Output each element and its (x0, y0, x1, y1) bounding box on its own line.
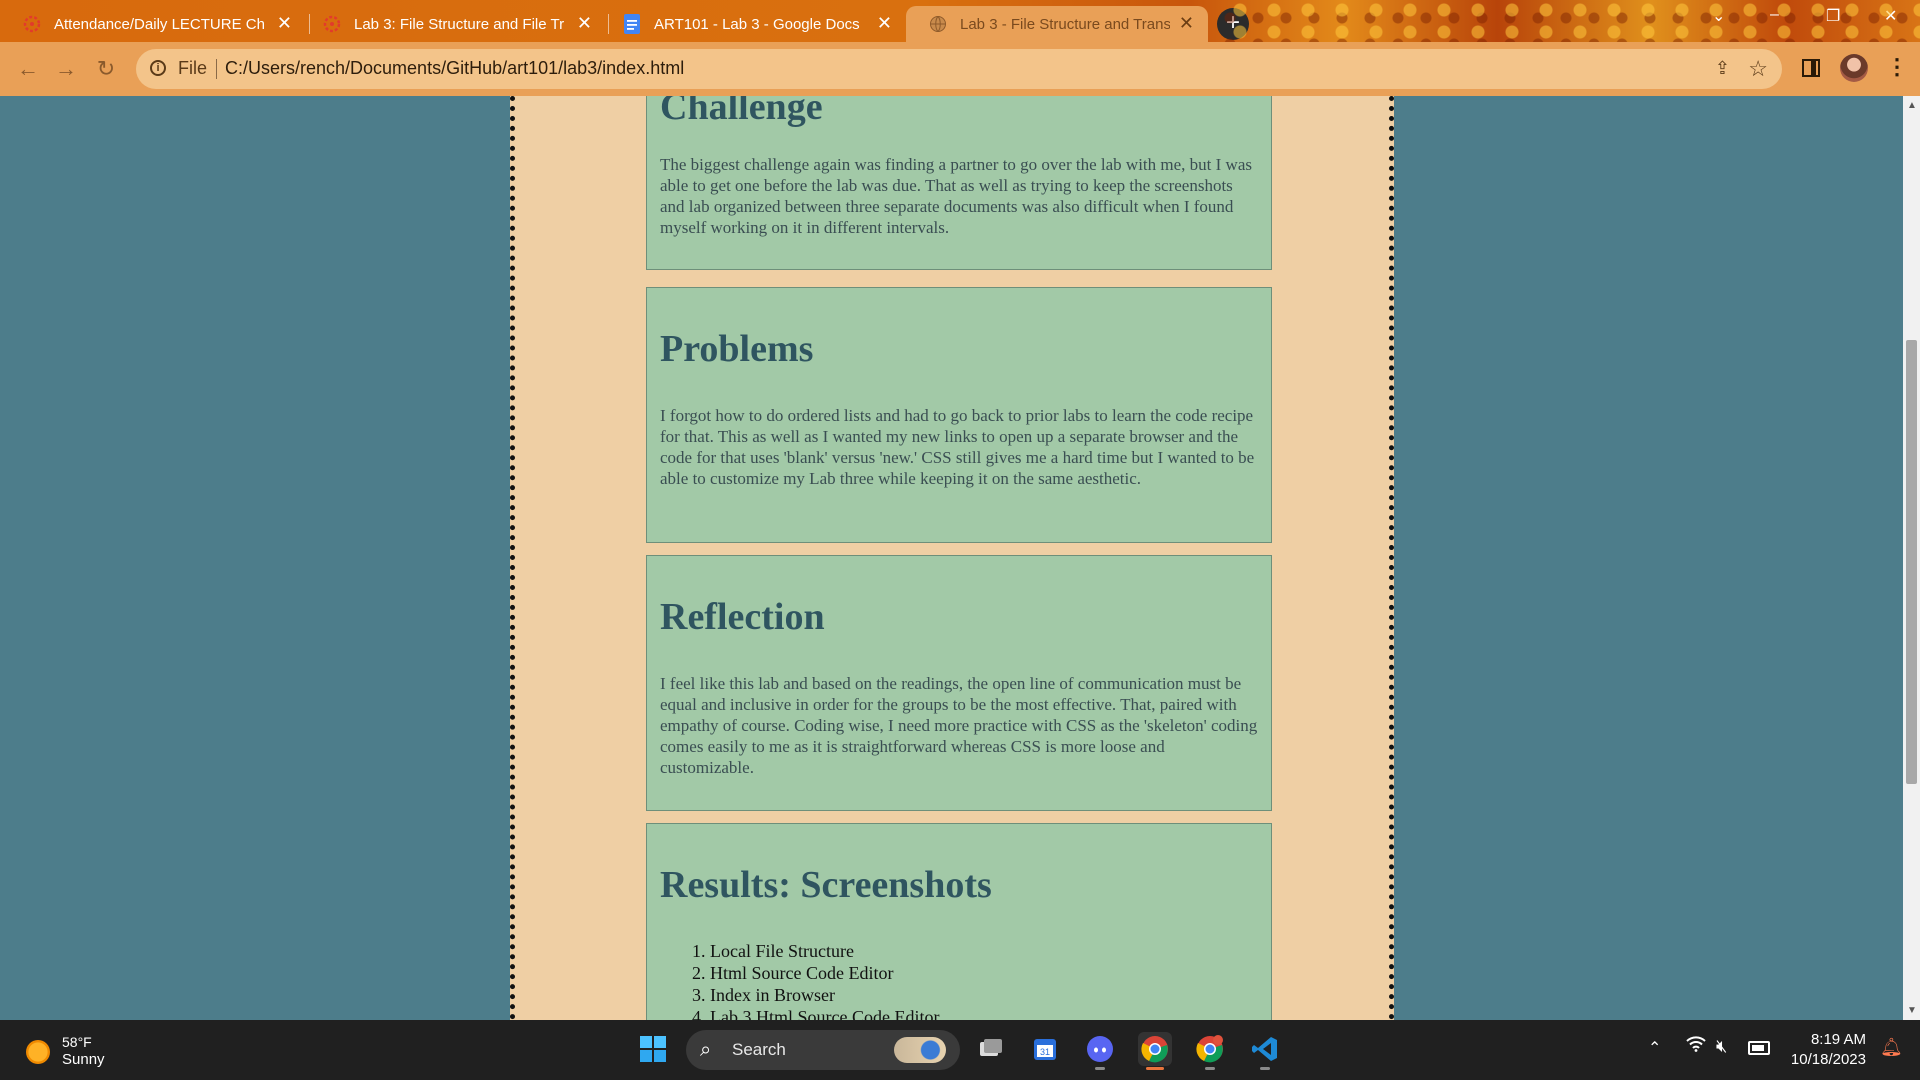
scrollbar-thumb[interactable] (1906, 340, 1917, 784)
calendar-icon[interactable]: 31 (1028, 1032, 1062, 1066)
tab-title: Attendance/Daily LECTURE Chec (54, 15, 264, 33)
browser-toolbar: ← → ↻ i File C:/Users/rench/Documents/Gi… (0, 42, 1920, 96)
vscode-icon[interactable] (1248, 1032, 1282, 1070)
close-window-icon[interactable]: ✕ (1884, 6, 1897, 26)
address-bar[interactable]: i File C:/Users/rench/Documents/GitHub/a… (136, 49, 1782, 89)
globe-icon (928, 14, 948, 34)
close-icon[interactable]: ✕ (277, 14, 292, 32)
running-indicator (1095, 1067, 1105, 1070)
tab-strip: Attendance/Daily LECTURE Chec ✕ Lab 3: F… (0, 0, 1920, 42)
tab-lab3-canvas[interactable]: Lab 3: File Structure and File Tra ✕ (300, 6, 606, 42)
url-text[interactable]: C:/Users/rench/Documents/GitHub/art101/l… (225, 58, 684, 79)
task-view-icon[interactable] (974, 1032, 1008, 1066)
canvas-icon (22, 14, 42, 34)
svg-text:31: 31 (1040, 1047, 1050, 1057)
weather-widget[interactable]: 58°F Sunny (26, 1034, 105, 1069)
side-panel-icon[interactable] (1802, 59, 1820, 77)
share-icon[interactable]: ⇪ (1715, 58, 1730, 79)
weather-condition: Sunny (62, 1051, 105, 1068)
section-body: The biggest challenge again was finding … (660, 155, 1252, 237)
canvas-icon (322, 14, 342, 34)
close-icon[interactable]: ✕ (577, 14, 592, 32)
list-item: Local File Structure (710, 940, 939, 962)
forward-icon[interactable]: → (52, 55, 80, 83)
minimize-icon[interactable]: – (1770, 6, 1779, 24)
tab-lab3-local[interactable]: Lab 3 - File Structure and Transfe ✕ (906, 6, 1208, 42)
clock[interactable]: 8:19 AM 10/18/2023 (1786, 1030, 1866, 1070)
section-body: I forgot how to do ordered lists and had… (660, 406, 1255, 488)
weather-temp: 58°F (62, 1034, 92, 1050)
chrome-profile-icon[interactable] (1193, 1032, 1227, 1070)
section-heading: Problems (660, 328, 814, 370)
problems-section: Problems I forgot how to do ordered list… (646, 287, 1272, 543)
running-indicator (1205, 1067, 1215, 1070)
section-heading: Reflection (660, 596, 825, 638)
search-icon: ⌕ (700, 1039, 712, 1061)
kebab-menu-icon[interactable]: ⋮ (1886, 54, 1908, 80)
page-column: Challenge The biggest challenge again wa… (510, 96, 1394, 1020)
page-viewport: Challenge The biggest challenge again wa… (0, 96, 1903, 1020)
tab-google-docs[interactable]: ART101 - Lab 3 - Google Docs ✕ (600, 6, 906, 42)
google-docs-icon (622, 14, 642, 34)
tab-title: ART101 - Lab 3 - Google Docs (654, 15, 860, 33)
scroll-down-icon[interactable]: ▼ (1907, 1005, 1917, 1016)
address-divider (216, 59, 217, 79)
section-heading: Challenge (660, 96, 823, 128)
challenge-section: Challenge The biggest challenge again wa… (646, 96, 1272, 270)
reflection-section: Reflection I feel like this lab and base… (646, 555, 1272, 811)
reload-icon[interactable]: ↻ (92, 55, 120, 83)
avatar[interactable] (1840, 54, 1868, 82)
close-icon[interactable]: ✕ (877, 14, 892, 32)
windows-start-icon[interactable] (636, 1032, 670, 1066)
taskbar: 58°F Sunny ⌕ Search 31 ⌃ 🔇︎ 8:19 AM 10/1… (0, 1020, 1920, 1080)
vertical-scrollbar[interactable]: ▲ ▼ (1903, 96, 1920, 1020)
tab-attendance[interactable]: Attendance/Daily LECTURE Chec ✕ (0, 6, 306, 42)
sun-icon (26, 1039, 50, 1064)
tab-title: Lab 3: File Structure and File Tra (354, 15, 564, 33)
wifi-icon[interactable] (1686, 1036, 1706, 1057)
clock-date: 10/18/2023 (1790, 1051, 1866, 1068)
restore-icon[interactable]: ❐ (1826, 6, 1840, 26)
chrome-icon[interactable] (1138, 1032, 1172, 1070)
search-highlight-icon (894, 1037, 946, 1063)
chevron-down-icon[interactable]: ⌄ (1712, 6, 1725, 26)
close-icon[interactable]: ✕ (1179, 14, 1194, 32)
clock-time: 8:19 AM (1810, 1031, 1866, 1048)
list-item: Lab 3 Html Source Code Editor (710, 1006, 939, 1020)
running-indicator (1260, 1067, 1270, 1070)
new-tab-button[interactable]: + (1217, 8, 1249, 40)
notification-bell-icon[interactable]: 🔔︎ (1880, 1037, 1903, 1058)
section-body: I feel like this lab and based on the re… (660, 674, 1258, 777)
screenshot-list: Local File Structure Html Source Code Ed… (660, 940, 939, 1020)
running-indicator (1146, 1067, 1164, 1070)
star-icon[interactable]: ☆ (1748, 56, 1768, 82)
taskbar-search[interactable]: ⌕ Search (686, 1030, 960, 1070)
battery-icon[interactable] (1748, 1041, 1770, 1055)
scheme-label: File (178, 58, 208, 78)
discord-icon[interactable] (1083, 1032, 1117, 1070)
tab-title: Lab 3 - File Structure and Transfe (960, 15, 1170, 33)
results-section: Results: Screenshots Local File Structur… (646, 823, 1272, 1020)
chevron-up-icon[interactable]: ⌃ (1648, 1038, 1661, 1058)
scroll-up-icon[interactable]: ▲ (1907, 100, 1917, 111)
list-item: Html Source Code Editor (710, 962, 939, 984)
search-label: Search (732, 1040, 786, 1059)
list-item: Index in Browser (710, 984, 939, 1006)
section-heading: Results: Screenshots (660, 864, 992, 906)
volume-muted-icon[interactable]: 🔇︎ (1716, 1036, 1727, 1057)
info-icon[interactable]: i (150, 60, 166, 76)
back-icon[interactable]: ← (14, 55, 42, 83)
